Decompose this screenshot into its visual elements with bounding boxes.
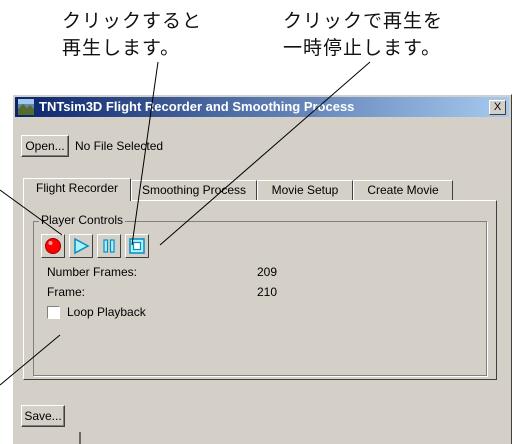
leader-pause: [159, 61, 371, 246]
leader-play: [131, 61, 159, 246]
leader-loop: [0, 334, 61, 386]
tab-flight-recorder[interactable]: Flight Recorder: [23, 178, 131, 201]
callout-leader-lines: [0, 61, 371, 444]
